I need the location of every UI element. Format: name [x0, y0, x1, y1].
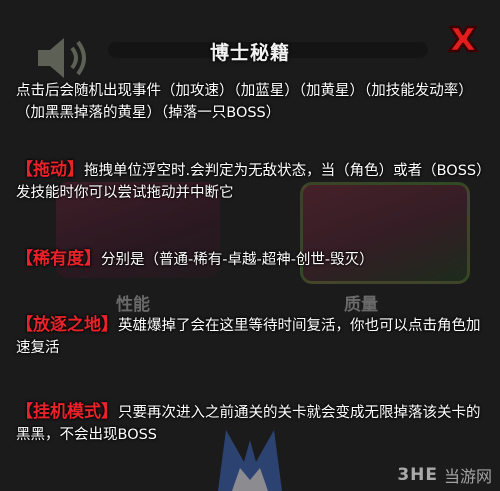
- event-description-text: 点击后会随机出现事件（加攻速）（加蓝星）（加黄星）（加技能发动率）（加黑黑掉落的…: [16, 83, 473, 121]
- performance-label: 性能: [116, 295, 150, 315]
- rarity-section: 【稀有度】分别是（普通-稀有-卓越-超神-创世-毁灭）: [16, 248, 486, 271]
- exile-keyword: 【放逐之地】: [16, 315, 118, 335]
- drag-text: 拖拽单位浮空时.会判定为无敌状态，当（角色）或者（BOSS）发技能时你可以尝试拖…: [16, 163, 484, 201]
- close-x-icon[interactable]: [446, 24, 480, 54]
- watermark-text: 当游网: [443, 467, 492, 486]
- watermark-logo: 3HE: [397, 465, 438, 485]
- watermark: 3HE 当游网: [397, 463, 492, 487]
- quality-label: 质量: [344, 295, 378, 315]
- rarity-text: 分别是（普通-稀有-卓越-超神-创世-毁灭）: [101, 252, 374, 268]
- drag-section: 【拖动】拖拽单位浮空时.会判定为无敌状态，当（角色）或者（BOSS）发技能时你可…: [16, 159, 486, 204]
- event-description: 点击后会随机出现事件（加攻速）（加蓝星）（加黄星）（加技能发动率）（加黑黑掉落的…: [16, 80, 486, 124]
- drag-keyword: 【拖动】: [16, 160, 84, 180]
- dialog-title: 博士秘籍: [209, 42, 290, 64]
- exile-section: 【放逐之地】英雄爆掉了会在这里等待时间复活，你也可以点击角色加速复活: [16, 314, 486, 359]
- idle-mode-keyword: 【挂机模式】: [16, 402, 118, 422]
- rarity-keyword: 【稀有度】: [16, 249, 101, 269]
- idle-mode-section: 【挂机模式】只要再次进入之前通关的关卡就会变成无限掉落该关卡的黑黑，不会出现BO…: [16, 401, 486, 446]
